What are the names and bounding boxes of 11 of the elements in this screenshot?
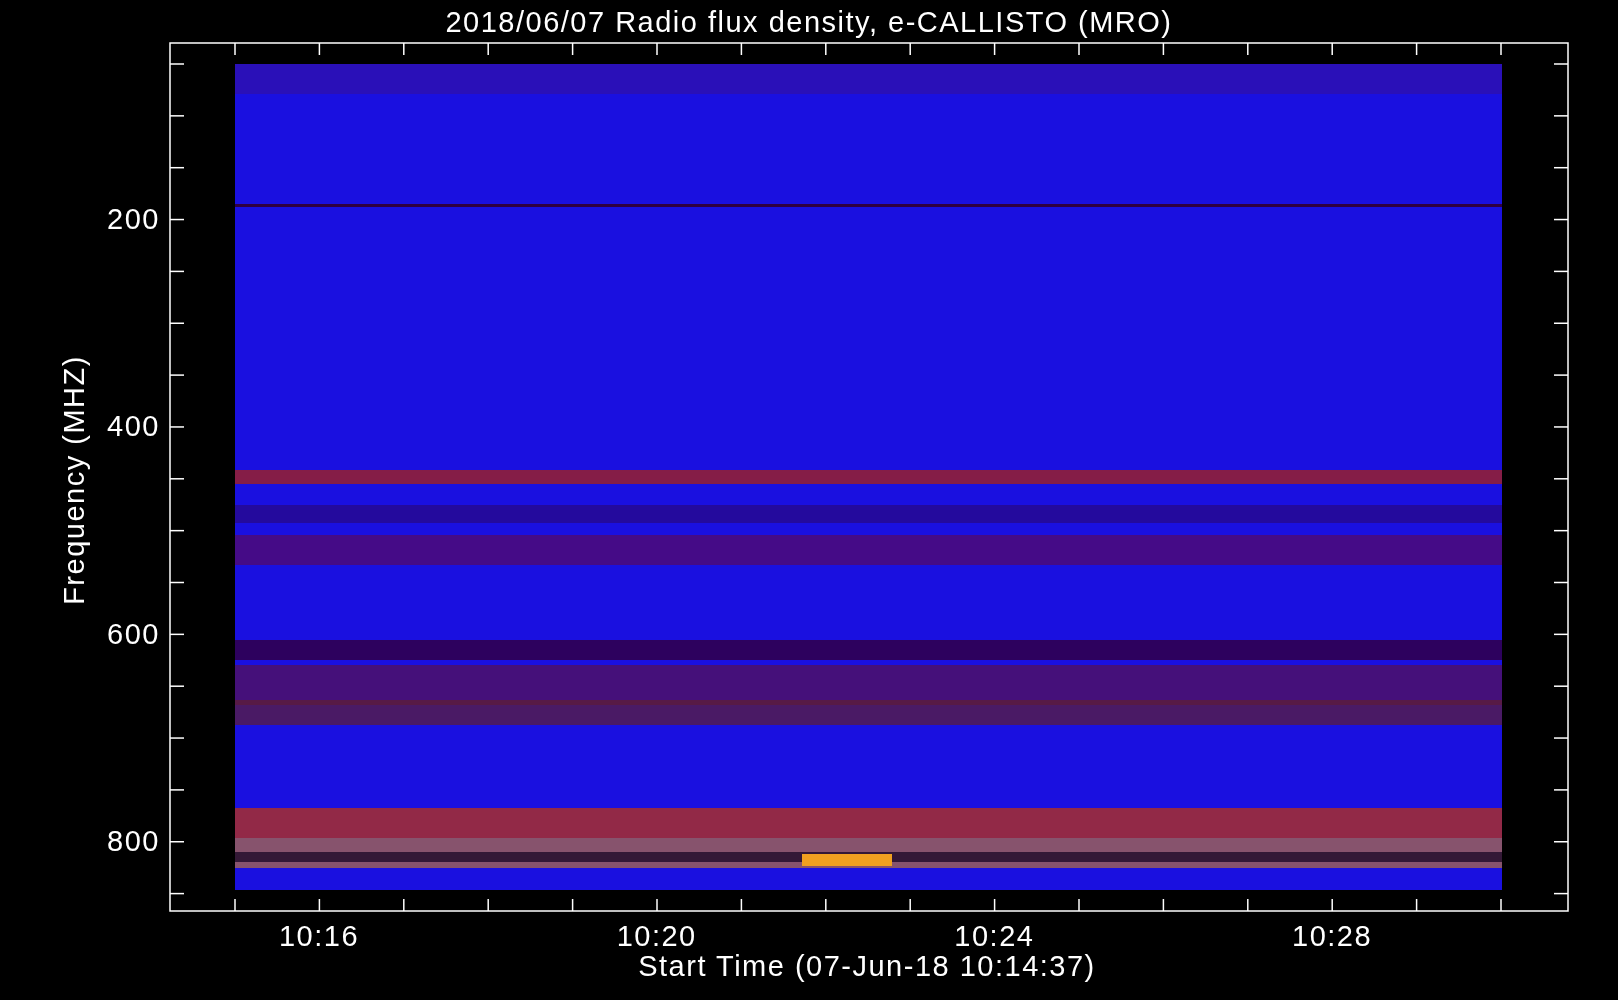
x-tick-label: 10:24 [954, 920, 1035, 952]
y-tick-label: 800 [107, 825, 160, 858]
y-tick-label: 200 [107, 203, 160, 235]
x-tick-label: 10:20 [616, 920, 697, 952]
y-tick-label: 400 [107, 410, 160, 443]
y-axis-title: Frequency (MHZ) [58, 355, 90, 605]
x-tick-label: 10:28 [1292, 920, 1373, 952]
chart-title: 2018/06/07 Radio flux density, e-CALLISTO (MRO) [445, 6, 1173, 38]
x-axis-title: Start Time (07-Jun-18 10:14:37) [638, 950, 1096, 982]
x-tick-label: 10:16 [278, 920, 360, 952]
y-tick-label: 600 [107, 617, 160, 650]
